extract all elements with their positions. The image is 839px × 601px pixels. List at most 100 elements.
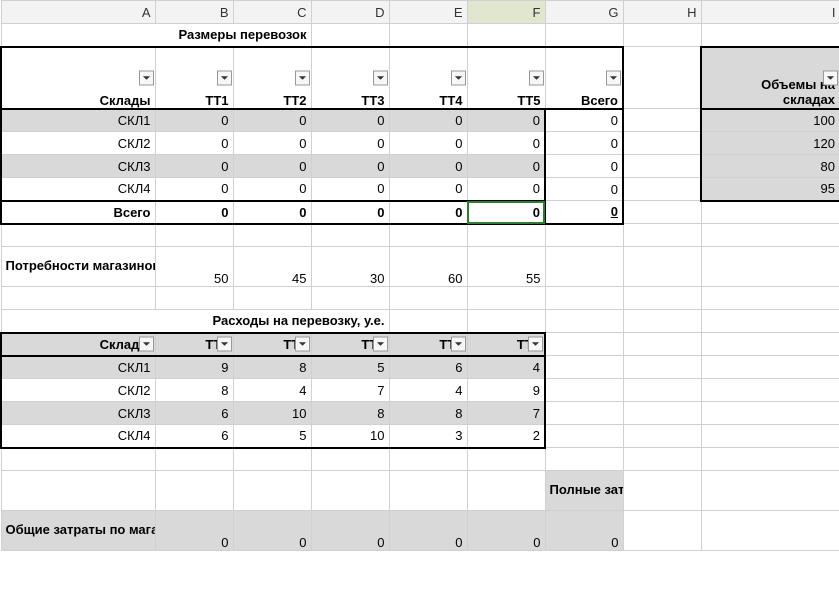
filter-icon[interactable]: [373, 337, 388, 352]
filter-icon[interactable]: [823, 70, 838, 85]
cell[interactable]: [545, 24, 623, 47]
cell[interactable]: 0: [467, 511, 545, 551]
col-hdr-H[interactable]: H: [623, 1, 701, 24]
cell[interactable]: 0: [467, 109, 545, 132]
cell[interactable]: [623, 247, 701, 287]
cell[interactable]: [701, 471, 839, 511]
col-hdr-C[interactable]: C: [233, 1, 311, 24]
cell[interactable]: 0: [233, 155, 311, 178]
filter-icon[interactable]: [217, 70, 232, 85]
cell[interactable]: 0: [155, 511, 233, 551]
cell[interactable]: [1, 224, 155, 247]
cell[interactable]: 0: [311, 178, 389, 201]
filter-icon[interactable]: [295, 337, 310, 352]
cell[interactable]: [701, 24, 839, 47]
cell[interactable]: 6: [389, 356, 467, 379]
cell[interactable]: [623, 224, 701, 247]
row-needs-label[interactable]: Потребности магазинов: [1, 247, 155, 287]
cell[interactable]: [155, 224, 233, 247]
row-skl4[interactable]: СКЛ4: [1, 178, 155, 201]
cell[interactable]: [545, 287, 623, 310]
hdr-tt1[interactable]: ТТ1: [155, 47, 233, 109]
cell[interactable]: 0: [467, 155, 545, 178]
cell[interactable]: [389, 224, 467, 247]
cell[interactable]: [155, 448, 233, 471]
cell[interactable]: [389, 287, 467, 310]
cell[interactable]: [155, 471, 233, 511]
cell[interactable]: [389, 471, 467, 511]
cell[interactable]: 0: [389, 109, 467, 132]
cell[interactable]: [623, 511, 701, 551]
cell[interactable]: [701, 287, 839, 310]
cell[interactable]: [233, 448, 311, 471]
cell[interactable]: 6: [155, 425, 233, 448]
cell[interactable]: 9: [155, 356, 233, 379]
cell[interactable]: [701, 511, 839, 551]
cell[interactable]: [623, 425, 701, 448]
cell[interactable]: [701, 333, 839, 356]
vol[interactable]: 80: [701, 155, 839, 178]
cell[interactable]: 0: [233, 132, 311, 155]
filter-icon[interactable]: [528, 337, 543, 352]
cell[interactable]: [623, 24, 701, 47]
filter-icon[interactable]: [373, 70, 388, 85]
row-skl1[interactable]: СКЛ1: [1, 109, 155, 132]
cell[interactable]: 0: [467, 178, 545, 201]
cell[interactable]: 0: [233, 178, 311, 201]
cell[interactable]: [623, 109, 701, 132]
hdr-tt5[interactable]: ТТ5: [467, 47, 545, 109]
cell[interactable]: 0: [311, 109, 389, 132]
cell[interactable]: [467, 448, 545, 471]
cell[interactable]: 2: [467, 425, 545, 448]
cell[interactable]: [701, 224, 839, 247]
cell[interactable]: [545, 310, 623, 333]
col-hdr-E[interactable]: E: [389, 1, 467, 24]
cell[interactable]: 6: [155, 402, 233, 425]
cell[interactable]: 0: [155, 178, 233, 201]
cell[interactable]: [311, 24, 389, 47]
crow-skl2[interactable]: СКЛ2: [1, 379, 155, 402]
cell[interactable]: 0: [155, 132, 233, 155]
cell[interactable]: [623, 471, 701, 511]
cell[interactable]: [155, 287, 233, 310]
cell[interactable]: [623, 287, 701, 310]
cell[interactable]: [389, 448, 467, 471]
cell[interactable]: [701, 379, 839, 402]
cell[interactable]: [545, 402, 623, 425]
cell[interactable]: 0: [233, 201, 311, 224]
cell[interactable]: [701, 402, 839, 425]
cell[interactable]: [1, 471, 155, 511]
cell[interactable]: 30: [311, 247, 389, 287]
cell[interactable]: 55: [467, 247, 545, 287]
cell[interactable]: 7: [311, 379, 389, 402]
cell[interactable]: 0: [311, 132, 389, 155]
cell[interactable]: [701, 201, 839, 224]
section-title-costs[interactable]: Расходы на перевозку, у.е.: [1, 310, 389, 333]
col-hdr-D[interactable]: D: [311, 1, 389, 24]
hdr-total[interactable]: Всего: [545, 47, 623, 109]
cell[interactable]: 8: [233, 356, 311, 379]
cell[interactable]: 60: [389, 247, 467, 287]
hdr-costs-tt4[interactable]: ТТ4: [389, 333, 467, 356]
section-title-sizes[interactable]: Размеры перевозок: [1, 24, 311, 47]
cell[interactable]: 0: [233, 109, 311, 132]
filter-icon[interactable]: [139, 70, 154, 85]
filter-icon[interactable]: [295, 70, 310, 85]
cell[interactable]: [623, 333, 701, 356]
cell[interactable]: [311, 287, 389, 310]
filter-icon[interactable]: [451, 337, 466, 352]
col-hdr-B[interactable]: B: [155, 1, 233, 24]
cell[interactable]: [233, 287, 311, 310]
cell[interactable]: [623, 379, 701, 402]
filter-icon[interactable]: [139, 337, 154, 352]
cell[interactable]: [389, 24, 467, 47]
cell[interactable]: [701, 448, 839, 471]
cell[interactable]: 10: [311, 425, 389, 448]
col-hdr-F[interactable]: F: [467, 1, 545, 24]
cell[interactable]: 45: [233, 247, 311, 287]
cell[interactable]: [623, 178, 701, 201]
cell[interactable]: 4: [467, 356, 545, 379]
hdr-volumes[interactable]: Объемы на складах: [701, 47, 839, 109]
hdr-costs-tt3[interactable]: ТТ3: [311, 333, 389, 356]
cell[interactable]: [701, 247, 839, 287]
